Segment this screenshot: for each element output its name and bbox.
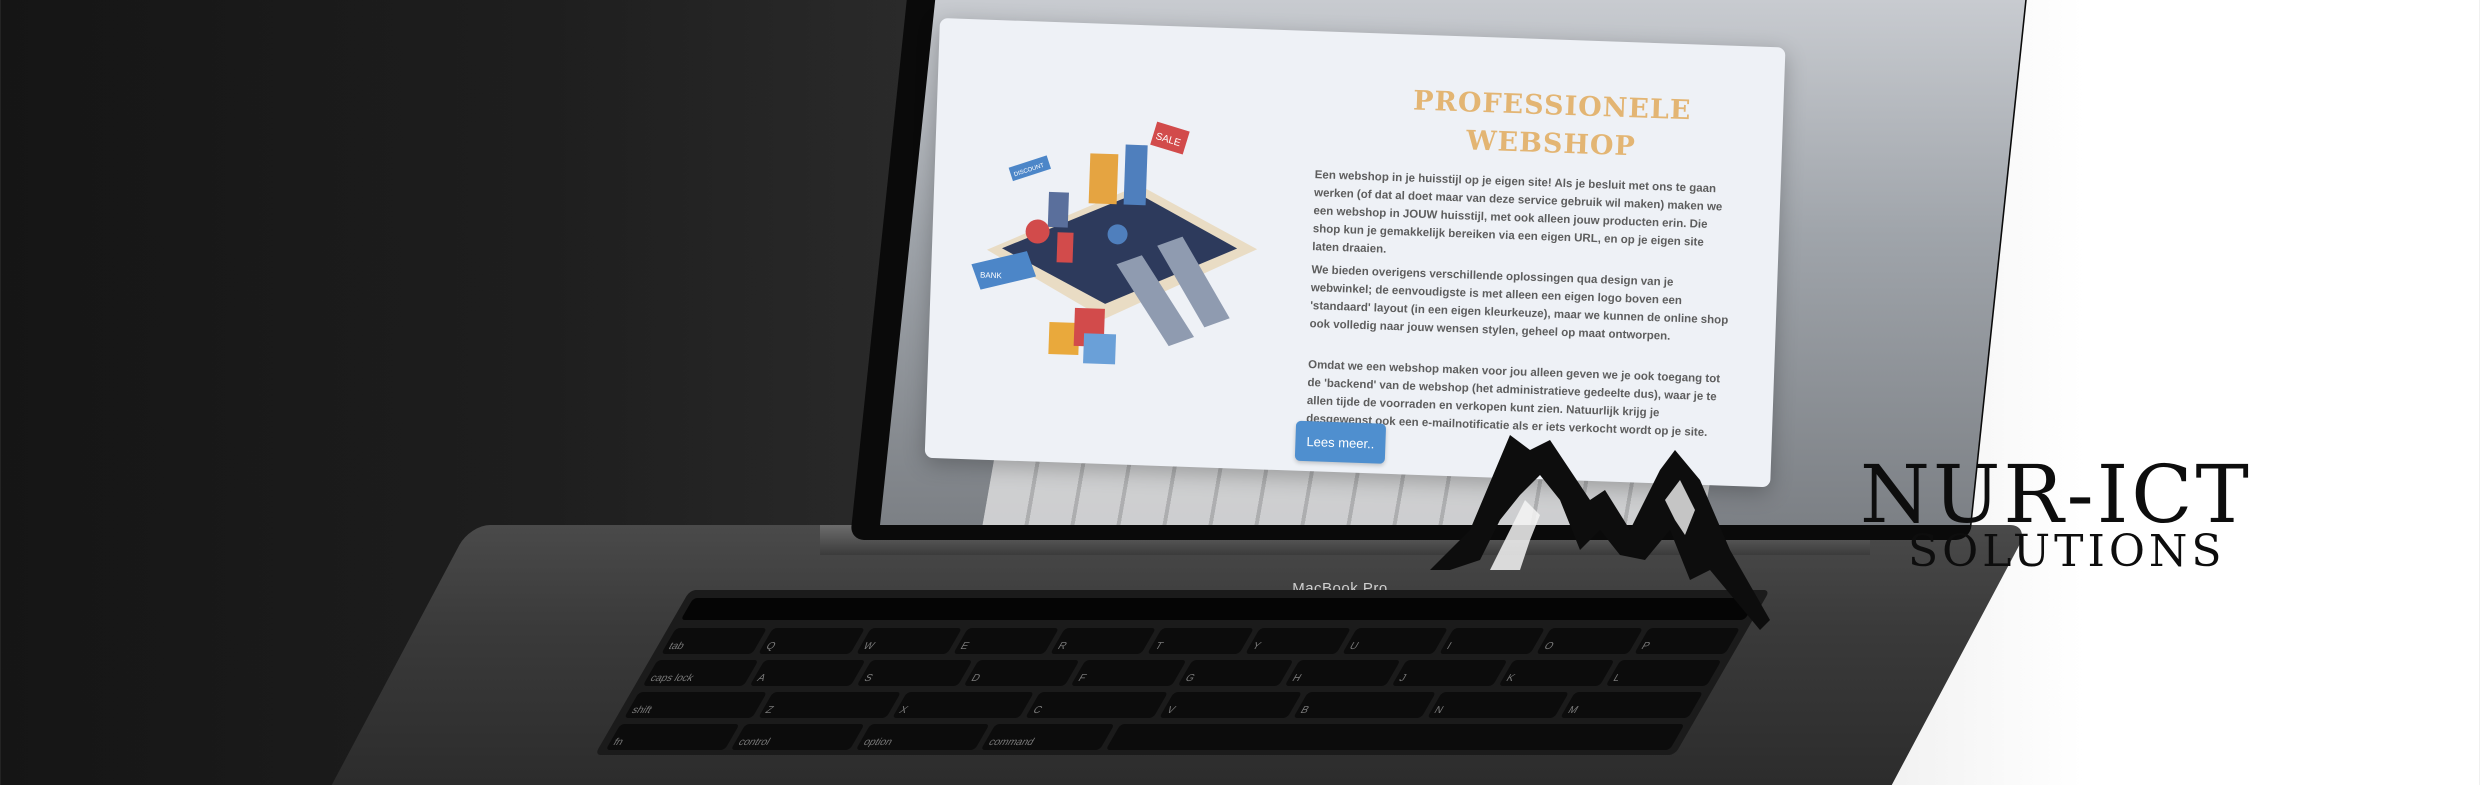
key: T [1147,628,1254,654]
shopping-illustration: SALE BANK DISCOUNT [971,121,1258,365]
key: caps lock [642,660,759,686]
keyboard-row-3: shift Z X C V B N M [624,692,1704,718]
shop-block [1056,232,1074,263]
key: Z [757,692,901,718]
key: tab [661,628,768,654]
logo-title: NUR-ICT [1860,448,2252,541]
key: E [952,628,1060,654]
shop-block [1088,153,1119,205]
key: control [730,724,865,750]
key: option [855,724,990,750]
key: shift [624,692,767,718]
key: R [1050,628,1157,654]
key: H [1284,660,1401,686]
key: C [1025,692,1169,718]
card-paragraph: We bieden overigens verschillende oploss… [1309,264,1729,343]
key: S [856,660,973,686]
key: A [749,660,866,686]
key: N [1426,692,1570,718]
key: G [1177,660,1294,686]
spacebar-key [1106,724,1685,750]
shop-block [1123,144,1148,206]
webshop-card: SALE BANK DISCOUNT PROFESSIONELE WEBSHOP… [924,18,1786,488]
key: fn [605,724,740,750]
shop-block [1047,191,1069,228]
key: M [1560,692,1704,718]
key: V [1159,692,1302,718]
key: W [855,628,962,654]
company-logo: NUR-ICT SOLUTIONS [1430,420,2390,650]
key: K [1498,660,1615,686]
key: D [963,660,1080,686]
card-paragraph: Een webshop in je huisstijl op je eigen … [1312,169,1723,256]
key: command [980,724,1116,750]
keyboard-row-4: fn control option command [605,724,1685,750]
bank-card-text: BANK [980,271,1003,281]
scene: MacBook Pro tab Q W E R T Y U I O P caps… [0,0,2480,785]
key: Q [758,628,865,654]
shopping-bag [1083,333,1117,365]
key: B [1292,692,1436,718]
key: Y [1244,628,1351,654]
read-more-button[interactable]: Lees meer.. [1294,420,1387,464]
keyboard-row-2: caps lock A S D F G H J K L [642,660,1722,686]
key: X [891,692,1035,718]
card-title: PROFESSIONELE WEBSHOP [1412,85,1692,163]
mountain-icon [1430,435,1770,630]
key: L [1605,660,1722,686]
key: J [1391,660,1508,686]
key: F [1070,660,1187,686]
logo-subtitle: SOLUTIONS [1908,526,2226,577]
